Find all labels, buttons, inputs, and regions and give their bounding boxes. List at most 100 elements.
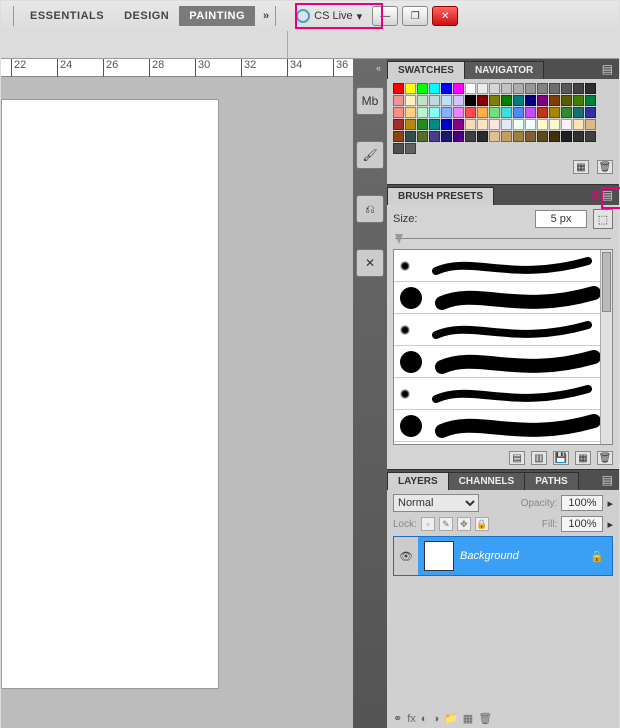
clone-source-icon[interactable]: ⎌ (356, 195, 384, 223)
swatch[interactable] (405, 107, 416, 118)
swatch[interactable] (441, 107, 452, 118)
lock-pixels-icon[interactable]: ✎ (439, 517, 453, 531)
lock-transparency-icon[interactable]: ▫ (421, 517, 435, 531)
swatch[interactable] (501, 119, 512, 130)
swatch[interactable] (513, 131, 524, 142)
swatch[interactable] (561, 119, 572, 130)
brush-preset-row[interactable] (394, 346, 612, 378)
swatch[interactable] (417, 131, 428, 142)
chevron-right-icon[interactable]: ▸ (607, 518, 613, 531)
workspace-design[interactable]: DESIGN (114, 6, 179, 26)
swatch[interactable] (549, 95, 560, 106)
opacity-input[interactable] (561, 495, 603, 511)
swatch[interactable] (501, 95, 512, 106)
swatch[interactable] (417, 107, 428, 118)
brush-scrollbar[interactable] (600, 250, 612, 444)
swatch[interactable] (453, 131, 464, 142)
brush-view-list-icon[interactable]: ▥ (531, 451, 547, 465)
swatch[interactable] (465, 119, 476, 130)
swatch[interactable] (501, 83, 512, 94)
swatch[interactable] (405, 131, 416, 142)
swatch[interactable] (549, 119, 560, 130)
layers-menu-icon[interactable]: ▤ (602, 473, 613, 487)
brush-icon[interactable]: 🖌 (356, 141, 384, 169)
swatch[interactable] (477, 95, 488, 106)
swatch[interactable] (513, 107, 524, 118)
swatch[interactable] (585, 131, 596, 142)
swatch[interactable] (561, 107, 572, 118)
swatch[interactable] (537, 131, 548, 142)
swatch[interactable] (525, 131, 536, 142)
swatch[interactable] (405, 95, 416, 106)
swatch[interactable] (573, 107, 584, 118)
save-brush-icon[interactable]: 💾 (553, 451, 569, 465)
swatch[interactable] (489, 107, 500, 118)
document-canvas[interactable] (1, 99, 219, 689)
swatch[interactable] (453, 107, 464, 118)
link-layers-icon[interactable]: ⚭ (393, 712, 402, 725)
new-layer-icon[interactable]: ▦ (463, 712, 473, 725)
lock-all-icon[interactable]: 🔒 (475, 517, 489, 531)
swatch[interactable] (417, 95, 428, 106)
brush-preset-row[interactable] (394, 282, 612, 314)
swatch[interactable] (549, 83, 560, 94)
adjustment-layer-icon[interactable]: ◑ (432, 713, 439, 725)
delete-brush-icon[interactable]: 🗑 (597, 451, 613, 465)
swatch[interactable] (573, 131, 584, 142)
new-swatch-icon[interactable]: ▦ (573, 160, 589, 174)
swatch[interactable] (549, 107, 560, 118)
layer-name[interactable]: Background (460, 550, 590, 562)
swatch[interactable] (429, 131, 440, 142)
swatch[interactable] (585, 107, 596, 118)
brush-preset-row[interactable] (394, 378, 612, 410)
swatch[interactable] (537, 83, 548, 94)
swatch[interactable] (465, 95, 476, 106)
brush-size-input[interactable] (535, 210, 587, 228)
expand-docklets-icon[interactable]: « (376, 63, 381, 73)
swatch[interactable] (561, 131, 572, 142)
swatch[interactable] (585, 119, 596, 130)
workspace-painting[interactable]: PAINTING (179, 6, 255, 26)
swatch[interactable] (429, 107, 440, 118)
swatch[interactable] (393, 143, 404, 154)
minimize-button[interactable]: — (372, 6, 398, 26)
swatch[interactable] (537, 107, 548, 118)
swatch[interactable] (429, 95, 440, 106)
swatch[interactable] (513, 119, 524, 130)
group-icon[interactable]: 📁 (444, 712, 458, 725)
swatch[interactable] (453, 83, 464, 94)
swatch[interactable] (417, 119, 428, 130)
close-button[interactable]: ✕ (432, 6, 458, 26)
swatch[interactable] (441, 119, 452, 130)
swatch[interactable] (489, 119, 500, 130)
swatch[interactable] (561, 95, 572, 106)
tab-navigator[interactable]: NAVIGATOR (464, 61, 544, 79)
swatch[interactable] (585, 83, 596, 94)
swatch[interactable] (477, 107, 488, 118)
brush-preset-row[interactable] (394, 250, 612, 282)
swatch[interactable] (477, 119, 488, 130)
delete-swatch-icon[interactable]: 🗑 (597, 160, 613, 174)
swatch[interactable] (537, 95, 548, 106)
swatch[interactable] (573, 95, 584, 106)
restore-button[interactable]: ❐ (402, 6, 428, 26)
swatch[interactable] (417, 83, 428, 94)
swatch[interactable] (453, 119, 464, 130)
more-workspaces-icon[interactable]: » (263, 10, 269, 22)
tool-presets-icon[interactable]: ✕ (356, 249, 384, 277)
blend-mode-select[interactable]: Normal (393, 494, 479, 512)
new-brush-icon[interactable]: ▦ (575, 451, 591, 465)
swatch[interactable] (405, 119, 416, 130)
swatch[interactable] (465, 83, 476, 94)
fill-input[interactable] (561, 516, 603, 532)
brush-menu-icon[interactable]: ▤ (602, 188, 613, 202)
swatch[interactable] (561, 83, 572, 94)
chevron-right-icon[interactable]: ▸ (607, 497, 613, 510)
layer-fx-icon[interactable]: fx (407, 713, 416, 725)
swatch[interactable] (453, 95, 464, 106)
swatch[interactable] (489, 131, 500, 142)
cs-live-menu[interactable]: CS Live ▾ (296, 9, 362, 23)
swatch[interactable] (585, 95, 596, 106)
brush-preset-row[interactable] (394, 314, 612, 346)
tab-swatches[interactable]: SWATCHES (387, 61, 465, 79)
